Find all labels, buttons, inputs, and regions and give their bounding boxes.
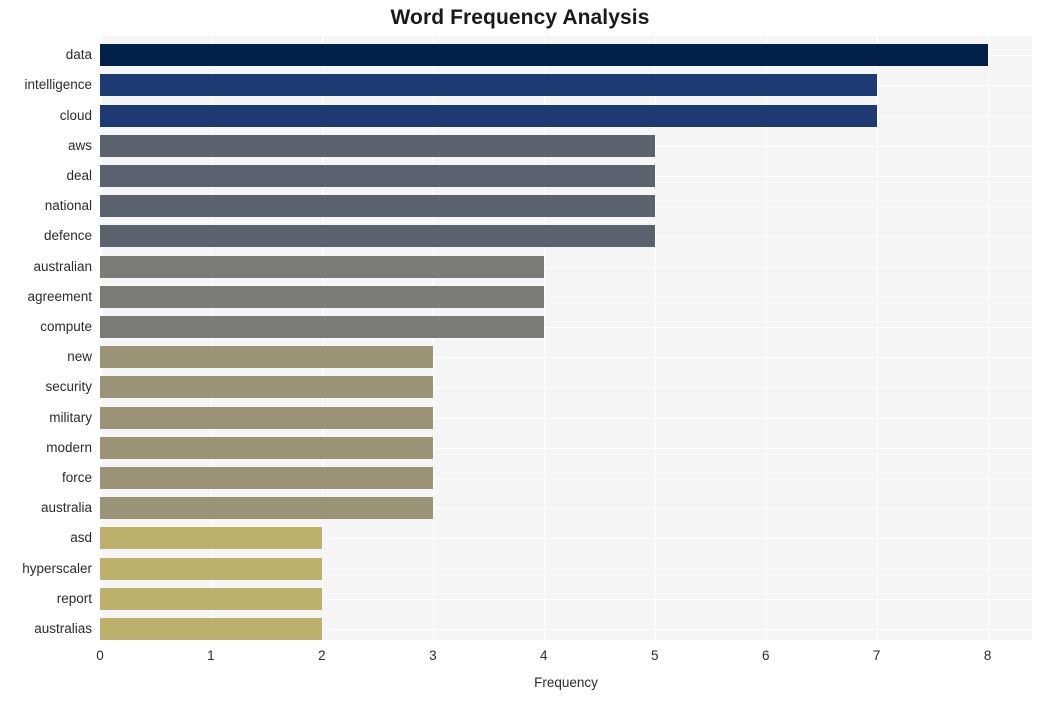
y-tick-label-agreement: agreement	[27, 288, 92, 304]
bar-national	[100, 195, 655, 218]
x-axis-tick-labels: 0 1 2 3 4 5 6 7 8	[0, 648, 1040, 668]
y-tick-label-deal: deal	[66, 167, 92, 183]
bar-hyperscaler	[100, 557, 322, 580]
bar-agreement	[100, 285, 544, 308]
y-tick-label-defence: defence	[43, 228, 92, 244]
bar-aws	[100, 134, 655, 157]
gridline-vertical	[432, 36, 435, 640]
gridline-vertical	[210, 36, 213, 640]
x-axis-title: Frequency	[534, 675, 598, 690]
y-tick-label-force: force	[61, 469, 92, 485]
x-tick-label-7: 7	[872, 648, 881, 663]
gridline-vertical	[765, 36, 768, 640]
bar-intelligence	[100, 74, 877, 97]
bar-asd	[100, 527, 322, 550]
x-tick-label-0: 0	[96, 648, 104, 663]
bar-cloud	[100, 104, 877, 127]
y-tick-label-national: national	[44, 198, 92, 214]
gridline-vertical	[987, 36, 990, 640]
x-tick-label-1: 1	[207, 648, 215, 663]
bar-australia	[100, 497, 433, 520]
word-frequency-bar-chart: Word Frequency Analysis data intelligence…	[0, 0, 1040, 701]
y-tick-label-report: report	[56, 590, 92, 606]
y-tick-label-asd: asd	[70, 530, 92, 546]
y-tick-label-compute: compute	[40, 318, 92, 334]
bar-australias	[100, 617, 322, 640]
gridline-vertical	[876, 36, 879, 640]
chart-title: Word Frequency Analysis	[390, 6, 650, 29]
y-axis-tick-labels: data intelligence cloud aws deal national defe…	[0, 36, 92, 640]
bar-security	[100, 376, 433, 399]
bar-defence	[100, 225, 655, 248]
y-tick-label-military: military	[49, 409, 92, 425]
y-tick-label-data: data	[65, 47, 92, 63]
bar-deal	[100, 164, 655, 187]
x-tick-label-6: 6	[761, 648, 770, 663]
y-tick-label-intelligence: intelligence	[24, 77, 92, 93]
bar-modern	[100, 436, 433, 459]
y-tick-label-australia: australia	[40, 500, 92, 516]
bar-data	[100, 44, 988, 67]
y-tick-label-hyperscaler: hyperscaler	[22, 560, 92, 576]
x-tick-label-3: 3	[429, 648, 437, 663]
gridline-vertical	[100, 36, 102, 640]
bar-australian	[100, 255, 544, 278]
x-tick-label-8: 8	[983, 648, 992, 663]
y-tick-label-modern: modern	[46, 439, 92, 455]
y-tick-label-security: security	[45, 379, 92, 395]
bar-new	[100, 346, 433, 369]
y-tick-label-australian: australian	[33, 258, 92, 274]
x-tick-label-5: 5	[650, 648, 659, 663]
y-tick-label-cloud: cloud	[59, 107, 92, 123]
y-tick-label-aws: aws	[67, 137, 92, 153]
bar-compute	[100, 315, 544, 338]
plot-area	[100, 36, 1032, 640]
gridline-vertical	[654, 36, 657, 640]
y-tick-label-australias: australias	[34, 620, 92, 636]
x-tick-label-4: 4	[540, 648, 548, 663]
gridline-vertical	[543, 36, 546, 640]
gridline-vertical	[321, 36, 324, 640]
y-tick-label-new: new	[67, 349, 92, 365]
bar-report	[100, 587, 322, 610]
bar-force	[100, 466, 433, 489]
bar-military	[100, 406, 433, 429]
x-tick-label-2: 2	[318, 648, 326, 663]
